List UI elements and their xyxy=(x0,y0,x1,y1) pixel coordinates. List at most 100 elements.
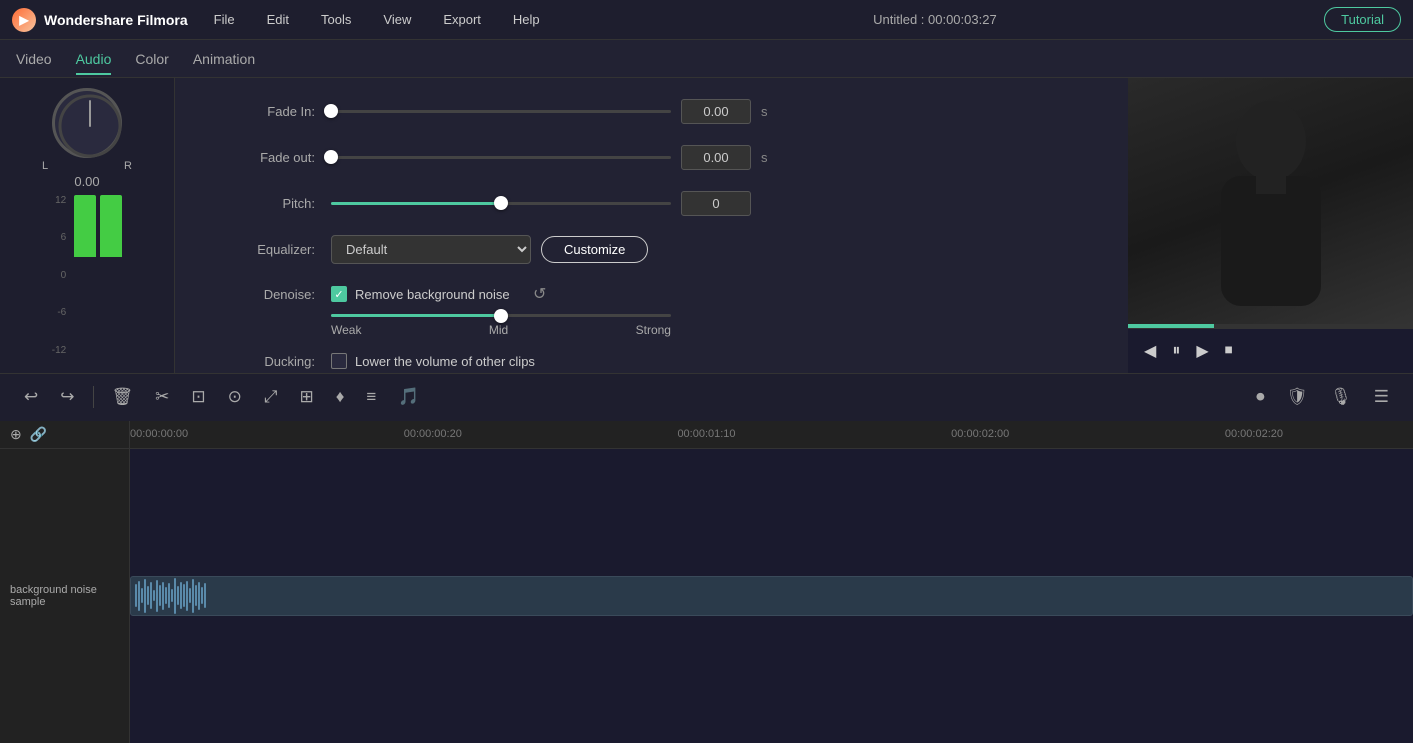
waveform-bar xyxy=(150,582,152,609)
meter-bar-left xyxy=(74,195,96,373)
tutorial-button[interactable]: Tutorial xyxy=(1324,7,1401,32)
mic-button[interactable]: 🎙 xyxy=(1322,382,1360,412)
timeline-tracks: background noise sample xyxy=(0,449,1413,743)
waveform-bar xyxy=(162,582,164,611)
equalizer-content: Default Customize xyxy=(331,235,1098,264)
meter-value: 0.00 xyxy=(74,174,99,189)
audio-button[interactable]: ≡ xyxy=(358,382,384,412)
stop-button[interactable]: ⏹ xyxy=(1221,338,1237,364)
pitch-value[interactable] xyxy=(681,191,751,216)
denoise-checkbox[interactable]: ✓ xyxy=(331,286,347,302)
waveform-bar xyxy=(135,584,137,607)
rotate-button[interactable]: ⊙ xyxy=(220,382,250,412)
fade-in-label: Fade In: xyxy=(225,104,315,119)
tab-animation[interactable]: Animation xyxy=(193,43,255,75)
fade-in-value[interactable] xyxy=(681,99,751,124)
video-preview xyxy=(1128,78,1413,324)
waveform-bar xyxy=(165,587,167,604)
fade-out-value[interactable] xyxy=(681,145,751,170)
denoise-scale-mid: Mid xyxy=(489,323,508,337)
waveform-bar xyxy=(156,580,158,612)
lr-labels: L R xyxy=(42,160,132,172)
fade-out-label: Fade out: xyxy=(225,150,315,165)
main-area: L R 0.00 12 6 0 -6 -12 -18 -30 -42 -60 xyxy=(0,78,1413,373)
fit-button[interactable]: ⤢ xyxy=(256,382,286,412)
center-panel: Fade In: s Fade out: s xyxy=(175,78,1128,373)
toolbar-separator-1 xyxy=(93,386,94,408)
pitch-label: Pitch: xyxy=(225,196,315,211)
timeline-controls: ⊕ 🔗 xyxy=(0,421,130,448)
waveform-bar xyxy=(195,585,197,606)
shield-button[interactable]: 🛡 xyxy=(1279,382,1317,412)
redo-button[interactable]: ↪ xyxy=(52,382,82,412)
fade-out-slider-track[interactable] xyxy=(331,156,671,159)
effect-button[interactable]: ♦ xyxy=(328,382,353,412)
menu-export[interactable]: Export xyxy=(437,8,487,31)
ducking-header: Ducking: Lower the volume of other clips xyxy=(225,353,1098,369)
crop-button[interactable]: ⊡ xyxy=(183,382,213,412)
fade-in-slider-track[interactable] xyxy=(331,110,671,113)
menu-edit[interactable]: Edit xyxy=(261,8,295,31)
next-frame-button[interactable]: ▶ xyxy=(1192,337,1212,365)
tab-audio[interactable]: Audio xyxy=(76,43,112,75)
app-name: Wondershare Filmora xyxy=(44,12,188,28)
app-logo-icon: ▶ xyxy=(12,8,36,32)
link-button[interactable]: 🔗 xyxy=(30,426,47,443)
tabbar: Video Audio Color Animation xyxy=(0,40,1413,78)
ducking-checkbox-label: Lower the volume of other clips xyxy=(355,354,535,369)
waveform-bar xyxy=(192,579,194,613)
pitch-content xyxy=(331,191,1098,216)
menu-file[interactable]: File xyxy=(208,8,241,31)
video-controls-bar: ◀ ⏸ ▶ ⏹ xyxy=(1128,328,1413,373)
waveform-bar xyxy=(138,581,140,611)
waveform-button[interactable]: 🎵 xyxy=(390,382,427,412)
denoise-scale-strong: Strong xyxy=(636,323,671,337)
waveform-bar xyxy=(177,586,179,605)
ducking-checkbox[interactable] xyxy=(331,353,347,369)
cut-button[interactable]: ✂ xyxy=(147,382,177,412)
waveform-bar xyxy=(183,584,185,607)
list-button[interactable]: ☰ xyxy=(1366,382,1397,412)
play-pause-button[interactable]: ⏸ xyxy=(1168,338,1184,364)
waveform-bar xyxy=(204,583,206,608)
menu-help[interactable]: Help xyxy=(507,8,546,31)
video-progress-bar[interactable] xyxy=(1128,324,1413,328)
transform-button[interactable]: ⊞ xyxy=(291,382,321,412)
equalizer-select[interactable]: Default xyxy=(331,235,531,264)
menu-view[interactable]: View xyxy=(377,8,417,31)
video-progress-fill xyxy=(1128,324,1214,328)
denoise-slider-area: Weak Mid Strong xyxy=(331,314,1098,337)
add-track-button[interactable]: ⊕ xyxy=(10,426,22,443)
denoise-reset-button[interactable]: ↺ xyxy=(526,280,554,308)
undo-button[interactable]: ↩ xyxy=(16,382,46,412)
denoise-label: Denoise: xyxy=(225,287,315,302)
equalizer-row: Equalizer: Default Customize xyxy=(175,226,1128,272)
toolbar-right: ⏺ 🛡 🎙 ☰ xyxy=(1248,382,1397,412)
track-label-area: background noise sample xyxy=(0,449,130,743)
denoise-checkbox-label: Remove background noise xyxy=(355,287,510,302)
ruler-track: 00:00:00:00 00:00:00:20 00:00:01:10 00:0… xyxy=(130,428,1283,440)
record-button[interactable]: ⏺ xyxy=(1248,382,1273,412)
waveform-bar xyxy=(201,587,203,604)
pitch-slider-track[interactable] xyxy=(331,202,671,205)
timestamp-3: 00:00:02:00 xyxy=(951,428,1009,440)
menu-tools[interactable]: Tools xyxy=(315,8,357,31)
ducking-label: Ducking: xyxy=(225,354,315,369)
timestamp-4: 00:00:02:20 xyxy=(1225,428,1283,440)
prev-frame-button[interactable]: ◀ xyxy=(1140,337,1160,365)
audio-meter-container: L R 0.00 12 6 0 -6 -12 -18 -30 -42 -60 xyxy=(42,88,132,373)
waveform-bar xyxy=(144,579,146,613)
customize-button[interactable]: Customize xyxy=(541,236,648,263)
app-logo: ▶ Wondershare Filmora xyxy=(12,8,188,32)
timestamp-0: 00:00:00:00 xyxy=(130,428,188,440)
delete-button[interactable]: 🗑 xyxy=(104,382,142,412)
track-clip[interactable] xyxy=(130,576,1413,616)
tab-video[interactable]: Video xyxy=(16,43,52,75)
bottom-toolbar: ↩ ↪ 🗑 ✂ ⊡ ⊙ ⤢ ⊞ ♦ ≡ 🎵 ⏺ 🛡 🎙 ☰ xyxy=(0,373,1413,421)
denoise-slider-track[interactable] xyxy=(331,314,671,317)
denoise-header: Denoise: ✓ Remove background noise ↺ xyxy=(225,280,1098,308)
volume-dial[interactable] xyxy=(52,88,122,158)
track-clip-area xyxy=(130,449,1413,743)
denoise-section: Denoise: ✓ Remove background noise ↺ Wea… xyxy=(175,272,1128,345)
tab-color[interactable]: Color xyxy=(135,43,168,75)
